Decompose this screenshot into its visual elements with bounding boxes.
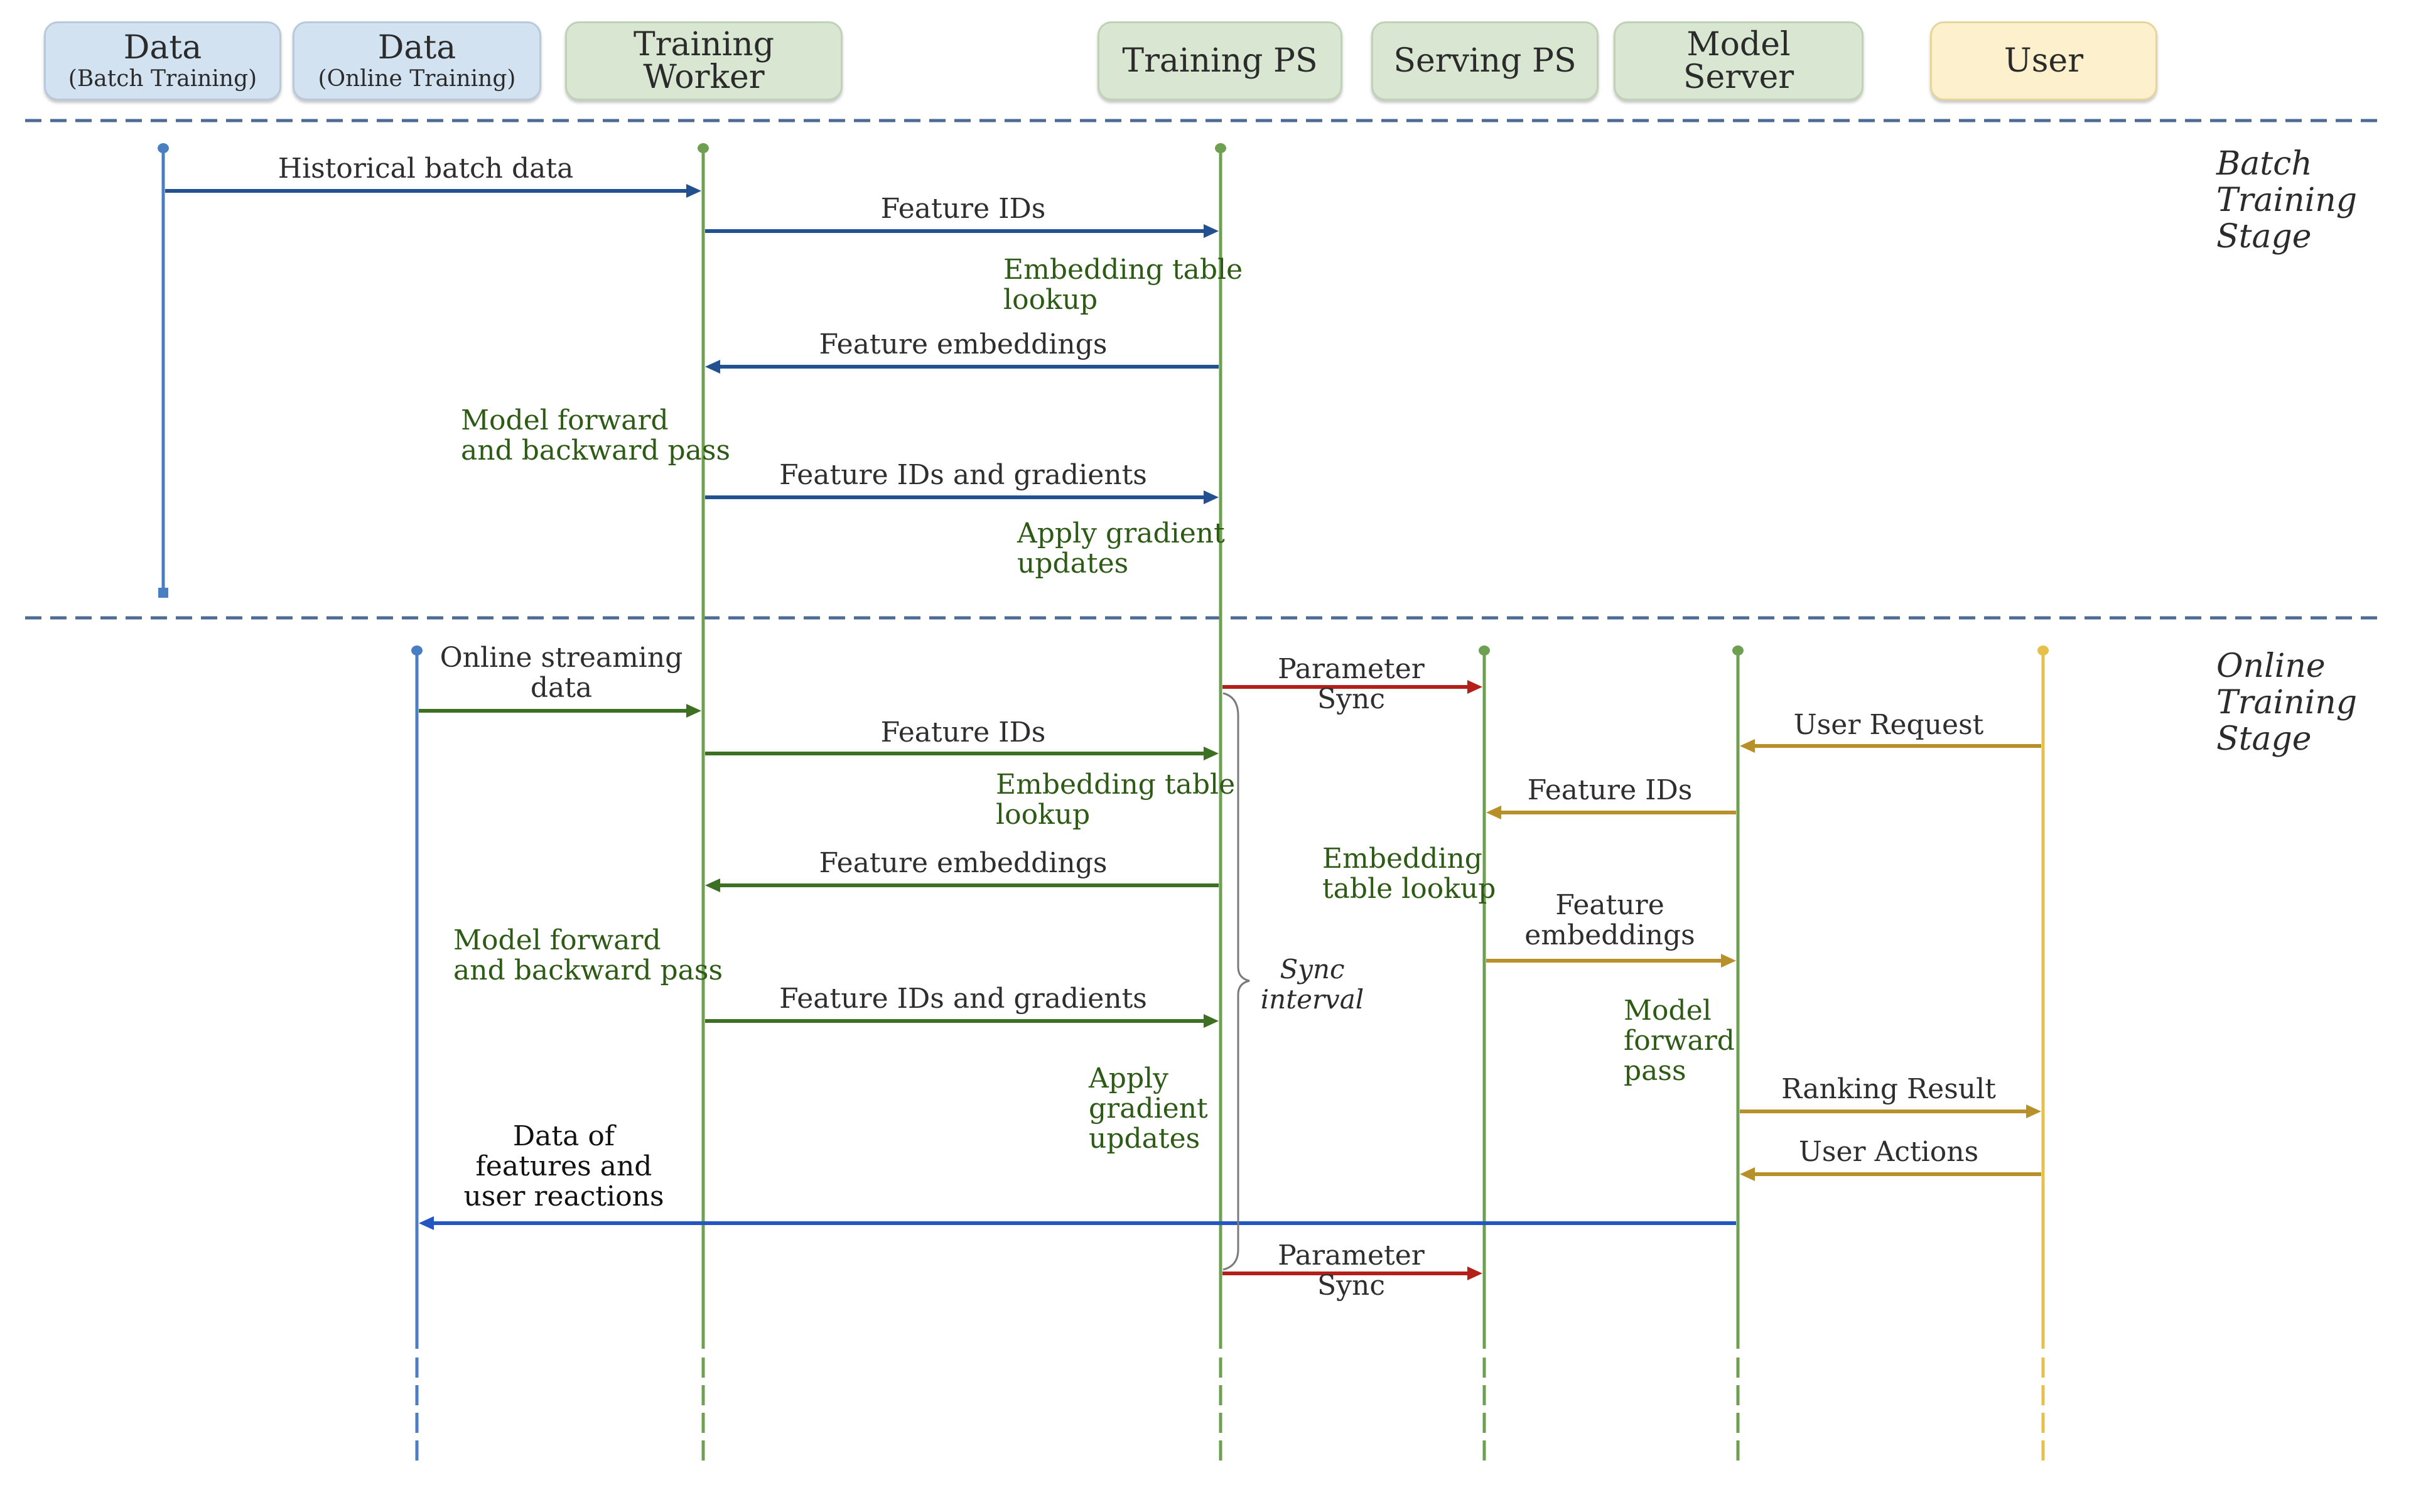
message-label: Feature IDs and gradients <box>779 459 1147 491</box>
message-label: Feature embeddings <box>819 328 1108 360</box>
arrowhead <box>1204 747 1219 760</box>
message-label: Feature embeddings <box>819 847 1108 879</box>
lifeline-start-dot <box>1479 645 1490 656</box>
message-label: Historical batch data <box>278 153 574 185</box>
arrowhead <box>705 360 720 374</box>
stage-label-online: Online Training Stage <box>2216 647 2358 758</box>
arrowhead <box>1740 1167 1755 1181</box>
lifeline-start-dot <box>1215 143 1226 153</box>
action-label: Apply gradient updates <box>1017 517 1225 580</box>
message-label: Feature IDs and gradients <box>779 983 1147 1015</box>
participant-label: Serving PS <box>1393 42 1577 80</box>
participant-label: Training Worker <box>633 26 775 96</box>
participant-sublabel: (Online Training) <box>318 66 516 92</box>
participant-label: Data <box>377 29 456 67</box>
lifeline-start-dot <box>698 143 709 153</box>
message-label: User Request <box>1793 709 1984 741</box>
arrowhead <box>1486 806 1501 819</box>
arrowhead <box>1204 224 1219 238</box>
participant-label: User <box>2004 42 2084 80</box>
participant-serving-ps: Serving PS <box>1371 21 1599 100</box>
message-label: Feature IDs <box>880 193 1046 225</box>
arrowhead <box>1721 954 1736 968</box>
action-label: Embedding table lookup <box>1003 254 1243 316</box>
arrowhead <box>1740 739 1755 753</box>
stage-label-batch: Batch Training Stage <box>2216 145 2358 256</box>
participant-label: Data <box>123 29 202 67</box>
action-label: Model forward and backward pass <box>453 924 723 986</box>
message-label: Feature embeddings <box>1524 889 1695 951</box>
action-label: Apply gradient updates <box>1089 1062 1208 1155</box>
arrowhead <box>686 704 701 718</box>
lifeline-end-square <box>158 588 168 598</box>
arrowhead <box>419 1216 434 1230</box>
message-label: Ranking Result <box>1781 1073 1996 1105</box>
lifeline-start-dot <box>1732 645 1744 656</box>
action-label: Embedding table lookup <box>1322 843 1496 905</box>
arrowhead <box>2026 1104 2041 1118</box>
message-label: User Actions <box>1798 1136 1979 1168</box>
participant-label: Model Server <box>1683 26 1794 96</box>
message-label: Online streaming data <box>440 642 683 704</box>
sync-interval-label: Sync interval <box>1260 954 1364 1015</box>
arrowhead <box>1204 1014 1219 1028</box>
participant-user: User <box>1930 21 2157 100</box>
participant-model-server: Model Server <box>1614 21 1864 100</box>
participant-training-ps: Training PS <box>1098 21 1342 100</box>
arrowhead <box>686 184 701 198</box>
action-label: Model forward pass <box>1624 995 1735 1087</box>
lifeline-start-dot <box>2037 645 2049 656</box>
message-label: Data of features and user reactions <box>463 1120 664 1212</box>
participant-sublabel: (Batch Training) <box>68 66 257 92</box>
arrowhead <box>1204 490 1219 504</box>
arrowhead <box>1467 680 1482 694</box>
message-label: Parameter Sync <box>1278 1239 1425 1302</box>
participant-label: Training PS <box>1122 42 1318 80</box>
lifeline-start-dot <box>411 645 423 656</box>
message-label: Feature IDs <box>880 716 1046 748</box>
participant-data-online: Data (Online Training) <box>293 21 541 100</box>
arrowhead <box>1467 1266 1482 1280</box>
lifeline-start-dot <box>158 143 169 153</box>
sequence-diagram <box>25 119 2386 1463</box>
message-label: Parameter Sync <box>1278 653 1425 715</box>
participant-data-batch: Data (Batch Training) <box>44 21 281 100</box>
arrowhead <box>705 878 720 892</box>
message-label: Feature IDs <box>1527 774 1693 806</box>
participant-training-worker: Training Worker <box>565 21 843 100</box>
action-label: Model forward and backward pass <box>461 404 731 467</box>
action-label: Embedding table lookup <box>996 769 1236 831</box>
